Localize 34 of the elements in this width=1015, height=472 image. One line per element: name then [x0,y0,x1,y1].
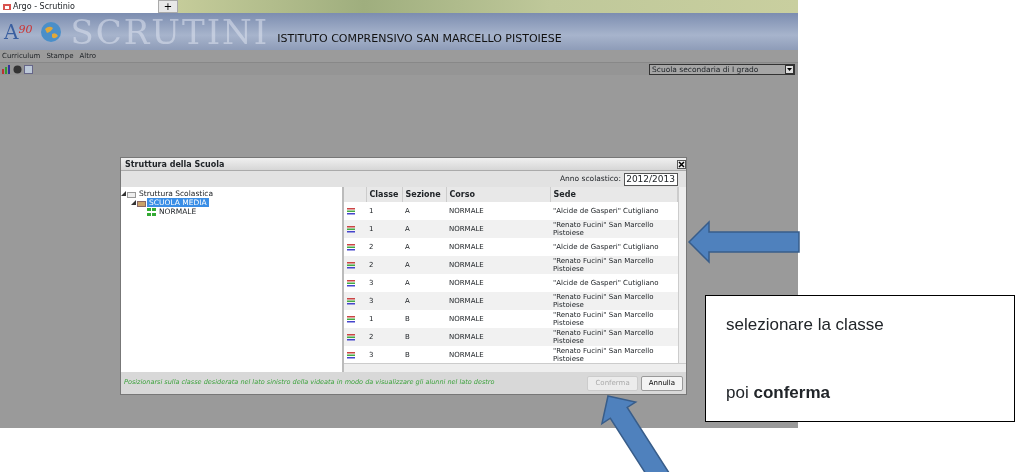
year-field[interactable]: 2012/2013 [624,172,678,186]
dropdown-arrow-icon [785,64,794,74]
tab-title: Argo - Scrutinio [13,1,75,13]
callout-text: poi conferma [726,381,831,404]
window-icon [24,64,33,74]
column-header[interactable]: Sede [550,187,678,202]
list-icon [347,279,355,287]
expanded-icon[interactable] [131,200,136,205]
logo: A$^{90}$ [4,18,33,46]
grid-icon [147,207,156,216]
dialog-title: Struttura della Scuola [125,159,225,170]
browser-tab[interactable]: Argo - Scrutinio [0,0,158,13]
new-tab-button[interactable]: + [158,0,178,13]
list-icon [347,261,355,269]
school-icon [137,198,146,207]
expanded-icon[interactable] [121,191,126,196]
list-icon [347,351,355,359]
close-icon [677,159,686,169]
vertical-scrollbar[interactable] [678,187,686,363]
list-icon [347,207,355,215]
column-header[interactable]: Sezione [402,187,446,202]
column-header[interactable]: Classe [366,187,402,202]
building-icon [127,189,136,198]
chart-icon [2,64,11,74]
list-icon [347,297,355,305]
column-header[interactable]: Corso [446,187,550,202]
horizontal-scrollbar[interactable] [344,363,686,372]
school-name: ISTITUTO COMPRENSIVO SAN MARCELLO PISTOIESE [277,30,562,47]
list-icon [347,333,355,341]
app-icon [3,2,11,11]
list-icon [347,315,355,323]
callout-text: selezionare la classe [726,314,885,336]
list-icon [347,225,355,233]
list-icon [347,243,355,251]
